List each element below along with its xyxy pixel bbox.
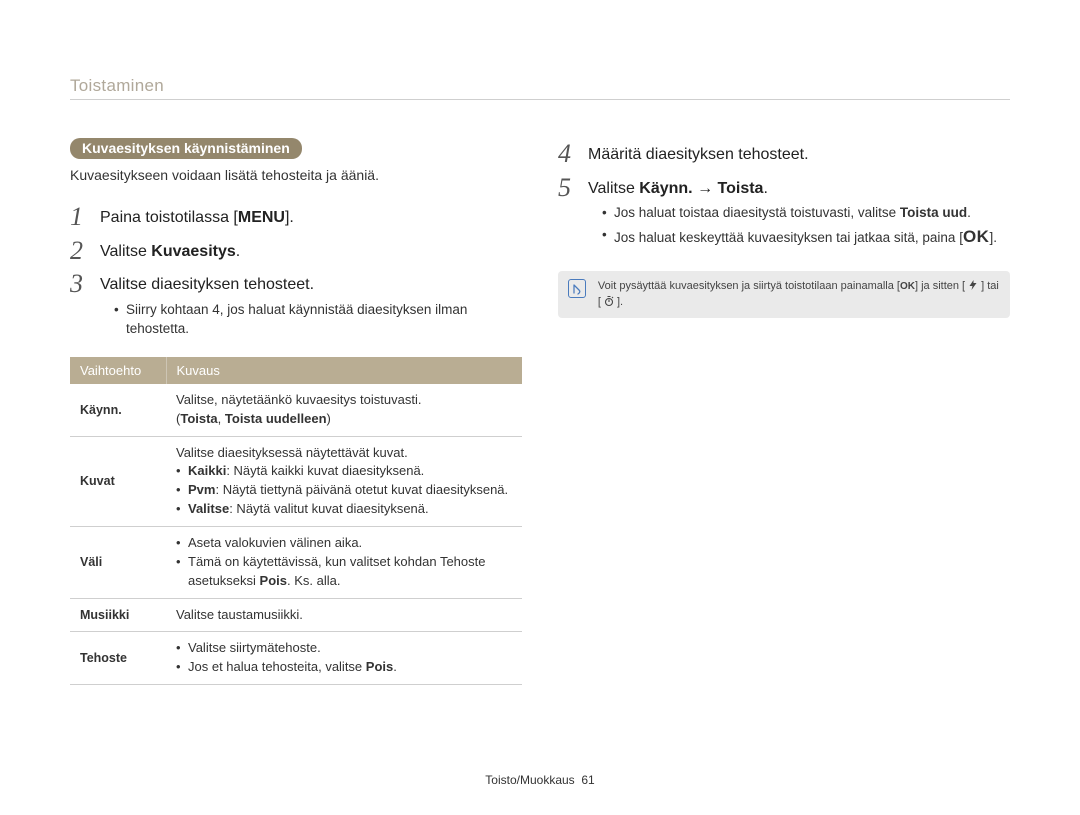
bullet-bold: Pvm — [188, 482, 215, 497]
step-text: Määritä diaesityksen tehosteet. — [588, 146, 809, 163]
left-column: Kuvaesityksen käynnistäminen Kuvaesityks… — [70, 138, 522, 685]
sub-item: Siirry kohtaan 4, jos haluat käynnistää … — [114, 300, 522, 339]
table-row: Käynn. Valitse, näytetäänkö kuvaesitys t… — [70, 384, 522, 436]
step-bold: Käynn. → Toista — [639, 180, 763, 197]
header-rule — [70, 99, 1010, 100]
steps-right: Määritä diaesityksen tehosteet. Valitse … — [558, 138, 1010, 257]
page-header: Toistaminen — [70, 76, 1010, 96]
step-1: Paina toistotilassa [MENU]. — [70, 201, 522, 235]
list-item: Valitse siirtymätehoste. — [176, 639, 512, 658]
sub-text: Jos haluat keskeyttää kuvaesityksen tai … — [614, 230, 963, 245]
bullet-text: . — [393, 659, 397, 674]
intro-text: Kuvaesitykseen voidaan lisätä tehosteita… — [70, 167, 522, 183]
list-item: Kaikki: Näytä kaikki kuvat diaesityksenä… — [176, 462, 512, 481]
bullet-text: : Näytä valitut kuvat diaesityksenä. — [229, 501, 428, 516]
table-row: Väli Aseta valokuvien välinen aika. Tämä… — [70, 526, 522, 598]
bullet-text: Jos et halua tehosteita, valitse — [188, 659, 366, 674]
step-text: ]. — [285, 209, 294, 226]
opt-desc-text: ) — [327, 411, 331, 426]
sub-text: Jos haluat toistaa diaesitystä toistuvas… — [614, 205, 900, 220]
list-item: Aseta valokuvien välinen aika. — [176, 534, 512, 553]
opt-desc-bold: Toista — [180, 411, 217, 426]
opt-desc-bold: Toista uudelleen — [225, 411, 327, 426]
bullet-text: Valitse siirtymätehoste. — [188, 640, 321, 655]
bullet-bold: Pois — [260, 573, 287, 588]
opt-name: Kuvat — [70, 436, 166, 526]
step-text: Valitse diaesityksen tehosteet. — [100, 276, 314, 293]
opt-desc: Valitse siirtymätehoste. Jos et halua te… — [166, 632, 522, 685]
sub-item: Jos haluat toistaa diaesitystä toistuvas… — [602, 203, 1010, 223]
step-text: . — [236, 243, 240, 260]
step-text: Valitse — [100, 243, 151, 260]
step-text: Paina toistotilassa [ — [100, 209, 238, 226]
step-3: Valitse diaesityksen tehosteet. Siirry k… — [70, 268, 522, 347]
step-2: Valitse Kuvaesitys. — [70, 235, 522, 269]
timer-icon — [601, 295, 617, 307]
bullet-text: : Näytä tiettynä päivänä otetut kuvat di… — [215, 482, 508, 497]
table-row: Kuvat Valitse diaesityksessä näytettävät… — [70, 436, 522, 526]
sub-text: ]. — [989, 230, 997, 245]
step-text: Valitse — [588, 180, 639, 197]
note-fragment: ] ja sitten [ — [915, 280, 965, 292]
sub-text: . — [967, 205, 971, 220]
opt-bullets: Valitse siirtymätehoste. Jos et halua te… — [176, 639, 512, 677]
opt-name: Käynn. — [70, 384, 166, 436]
columns: Kuvaesityksen käynnistäminen Kuvaesityks… — [70, 138, 1010, 685]
list-item: Jos et halua tehosteita, valitse Pois. — [176, 658, 512, 677]
note-text: Voit pysäyttää kuvaesityksen ja siirtyä … — [598, 279, 1000, 310]
opt-desc-text: , — [218, 411, 225, 426]
opt-name: Musiikki — [70, 598, 166, 632]
page: Toistaminen Kuvaesityksen käynnistäminen… — [0, 0, 1080, 815]
opt-desc: Valitse taustamusiikki. — [166, 598, 522, 632]
sub-bold: Toista uud — [900, 205, 967, 220]
sub-item: Jos haluat keskeyttää kuvaesityksen tai … — [602, 225, 1010, 250]
step-5-sub: Jos haluat toistaa diaesitystä toistuvas… — [588, 203, 1010, 249]
bullet-bold: Pois — [366, 659, 393, 674]
options-table: Vaihtoehto Kuvaus Käynn. Valitse, näytet… — [70, 357, 522, 685]
step-bold: Kuvaesitys — [151, 243, 236, 260]
step-5: Valitse Käynn. → Toista. Jos haluat tois… — [558, 172, 1010, 258]
page-number: 61 — [581, 773, 594, 787]
footer-text: Toisto/Muokkaus — [485, 773, 574, 787]
th-option: Vaihtoehto — [70, 357, 166, 384]
step-3-sub: Siirry kohtaan 4, jos haluat käynnistää … — [100, 300, 522, 339]
opt-desc-text: Valitse diaesityksessä näytettävät kuvat… — [176, 445, 408, 460]
opt-name: Väli — [70, 526, 166, 598]
footer: Toisto/Muokkaus 61 — [0, 773, 1080, 787]
opt-desc: Valitse diaesityksessä näytettävät kuvat… — [166, 436, 522, 526]
ok-button-label: OK — [963, 227, 990, 246]
step-4: Määritä diaesityksen tehosteet. — [558, 138, 1010, 172]
bullet-bold: Kaikki — [188, 463, 226, 478]
bullet-text: Aseta valokuvien välinen aika. — [188, 535, 362, 550]
flash-icon — [965, 279, 981, 291]
opt-desc: Aseta valokuvien välinen aika. Tämä on k… — [166, 526, 522, 598]
opt-bullets: Aseta valokuvien välinen aika. Tämä on k… — [176, 534, 512, 591]
table-row: Tehoste Valitse siirtymätehoste. Jos et … — [70, 632, 522, 685]
bullet-text: . Ks. alla. — [287, 573, 340, 588]
step-text: . — [763, 180, 767, 197]
steps-left: Paina toistotilassa [MENU]. Valitse Kuva… — [70, 201, 522, 347]
note-fragment: ]. — [617, 296, 623, 308]
opt-bullets: Kaikki: Näytä kaikki kuvat diaesityksenä… — [176, 462, 512, 519]
list-item: Valitse: Näytä valitut kuvat diaesitykse… — [176, 500, 512, 519]
opt-desc: Valitse, näytetäänkö kuvaesitys toistuva… — [166, 384, 522, 436]
list-item: Tämä on käytettävissä, kun valitset kohd… — [176, 553, 512, 591]
menu-button-label: MENU — [238, 209, 285, 226]
opt-name: Tehoste — [70, 632, 166, 685]
table-header-row: Vaihtoehto Kuvaus — [70, 357, 522, 384]
right-column: Määritä diaesityksen tehosteet. Valitse … — [558, 138, 1010, 685]
ok-button-label-small: OK — [900, 281, 915, 292]
bullet-bold: Valitse — [188, 501, 229, 516]
note-icon — [568, 279, 586, 298]
note-fragment: Voit pysäyttää kuvaesityksen ja siirtyä … — [598, 280, 900, 292]
list-item: Pvm: Näytä tiettynä päivänä otetut kuvat… — [176, 481, 512, 500]
table-row: Musiikki Valitse taustamusiikki. — [70, 598, 522, 632]
bullet-text: : Näytä kaikki kuvat diaesityksenä. — [226, 463, 424, 478]
note-box: Voit pysäyttää kuvaesityksen ja siirtyä … — [558, 271, 1010, 318]
opt-desc-text: Valitse, näytetäänkö kuvaesitys toistuva… — [176, 392, 421, 407]
section-title: Kuvaesityksen käynnistäminen — [70, 138, 302, 159]
th-description: Kuvaus — [166, 357, 522, 384]
